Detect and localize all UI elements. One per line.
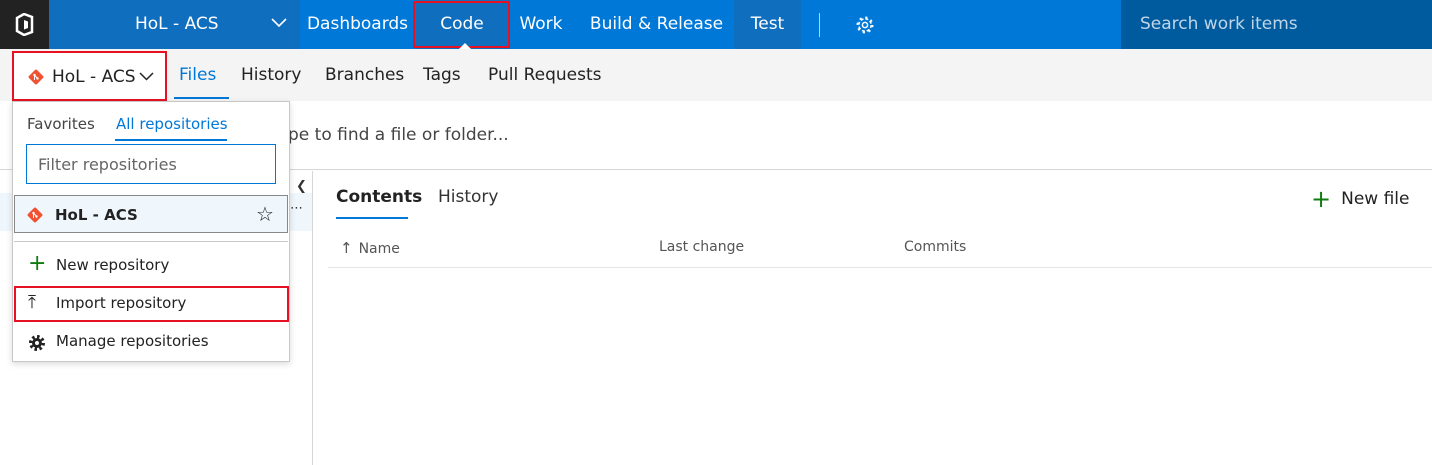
- manage-repositories-button[interactable]: Manage repositories: [14, 324, 288, 360]
- tab-contents-history[interactable]: History: [438, 187, 498, 207]
- filter-repositories-input[interactable]: [26, 144, 276, 184]
- project-selector[interactable]: HoL - ACS: [49, 0, 300, 49]
- column-name[interactable]: ↑ Name: [340, 239, 400, 257]
- repository-name: HoL - ACS: [52, 67, 136, 87]
- chevron-down-icon: [139, 72, 154, 81]
- manage-repositories-label: Manage repositories: [56, 332, 209, 350]
- code-subnavigation: HoL - ACS Files History Branches Tags Pu…: [0, 49, 1432, 101]
- import-repository-button[interactable]: ⤒ Import repository: [14, 286, 289, 322]
- column-name-label: Name: [358, 241, 400, 257]
- nav-test[interactable]: Test: [734, 0, 801, 49]
- project-name: HoL - ACS: [135, 14, 219, 34]
- tab-all-repositories[interactable]: All repositories: [116, 115, 228, 133]
- new-repository-label: New repository: [56, 256, 170, 274]
- file-list-header: ↑ Name Last change Commits: [328, 231, 1432, 268]
- repository-dropdown: Favorites All repositories HoL - ACS ☆ +…: [12, 101, 290, 362]
- active-tab-underline: [336, 217, 408, 219]
- search-work-items[interactable]: Search work items: [1121, 0, 1432, 49]
- nav-work[interactable]: Work: [510, 0, 572, 49]
- tab-favorites[interactable]: Favorites: [27, 115, 95, 133]
- nav-divider: [819, 13, 820, 37]
- tab-contents[interactable]: Contents: [336, 187, 422, 207]
- tab-branches[interactable]: Branches: [325, 65, 404, 85]
- tab-tags[interactable]: Tags: [423, 65, 461, 85]
- more-options-icon[interactable]: ⋯: [290, 201, 303, 216]
- repository-list-item[interactable]: HoL - ACS ☆: [14, 195, 288, 233]
- repository-contents: Contents History + New file ↑ Name Last ch…: [314, 171, 1432, 465]
- nav-build-release[interactable]: Build & Release: [584, 0, 729, 49]
- new-file-button[interactable]: + New file: [1311, 185, 1409, 213]
- sort-ascending-icon: ↑: [340, 239, 353, 257]
- repository-picker[interactable]: HoL - ACS: [12, 51, 167, 101]
- tab-history[interactable]: History: [241, 65, 301, 85]
- new-repository-button[interactable]: + New repository: [14, 248, 288, 284]
- new-file-label: New file: [1341, 189, 1410, 209]
- column-last-change[interactable]: Last change: [659, 239, 744, 255]
- nav-dashboards[interactable]: Dashboards: [300, 0, 415, 49]
- git-icon: [28, 69, 44, 85]
- gear-icon: [28, 334, 46, 352]
- favorite-star-icon[interactable]: ☆: [256, 202, 274, 226]
- chevron-down-icon: [271, 18, 287, 28]
- dropdown-divider: [14, 241, 288, 242]
- collapse-panel-icon[interactable]: ❮: [296, 179, 307, 194]
- path-search-hint[interactable]: pe to find a file or folder...: [288, 125, 509, 145]
- import-repository-label: Import repository: [56, 294, 187, 312]
- active-tab-underline: [174, 97, 229, 99]
- git-icon: [27, 207, 43, 223]
- import-upload-icon: ⤒: [28, 292, 36, 313]
- plus-icon: +: [28, 251, 47, 276]
- column-commits[interactable]: Commits: [904, 239, 966, 255]
- plus-icon: +: [1311, 185, 1332, 213]
- tab-pull-requests[interactable]: Pull Requests: [488, 65, 602, 85]
- repository-item-name: HoL - ACS: [55, 206, 138, 224]
- top-navigation-bar: HoL - ACS Dashboards Code Work Build & R…: [0, 0, 1432, 49]
- active-tab-underline: [115, 139, 227, 141]
- settings-gear-icon[interactable]: [855, 15, 875, 35]
- nav-code[interactable]: Code: [415, 0, 509, 49]
- vsts-logo-icon[interactable]: [0, 0, 49, 49]
- search-placeholder: Search work items: [1140, 14, 1298, 34]
- tab-files[interactable]: Files: [179, 65, 216, 85]
